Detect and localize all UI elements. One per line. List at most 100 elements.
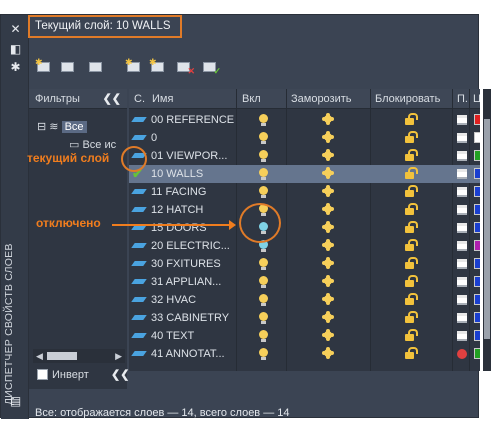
unlock-icon[interactable] [405, 347, 418, 359]
layer-row[interactable]: 01 VIEWPOR... [129, 147, 480, 165]
thaw-sun-icon[interactable] [324, 313, 332, 321]
layer-name[interactable]: 20 ELECTRIC... [151, 237, 235, 255]
close-icon[interactable]: ✕ [9, 23, 22, 36]
layer-row[interactable]: 20 ELECTRIC... [129, 237, 480, 255]
thaw-sun-icon[interactable] [324, 295, 332, 303]
layer-name[interactable]: 41 ANNOTAT... [151, 345, 235, 363]
color-swatch[interactable] [474, 312, 480, 323]
scroll-right-icon[interactable]: ▶ [115, 349, 122, 363]
scroll-thumb[interactable] [484, 119, 490, 339]
col-status[interactable]: С. [134, 89, 145, 109]
color-swatch[interactable] [474, 348, 480, 359]
bulb-on-icon[interactable] [259, 186, 268, 198]
printer-icon[interactable] [457, 133, 467, 143]
color-swatch[interactable] [474, 330, 480, 341]
layer-row[interactable]: 11 FACING [129, 183, 480, 201]
bulb-on-icon[interactable] [259, 330, 268, 342]
unlock-icon[interactable] [405, 329, 418, 341]
layer-name[interactable]: 30 FXITURES [151, 255, 235, 273]
layer-list-vscrollbar[interactable] [483, 89, 491, 371]
thaw-sun-icon[interactable] [324, 187, 332, 195]
layer-row[interactable]: 31 APPLIAN... [129, 273, 480, 291]
layer-states-manager-icon[interactable] [87, 59, 105, 75]
color-swatch[interactable] [474, 276, 480, 287]
unlock-icon[interactable] [405, 203, 418, 215]
layer-name[interactable]: 0 [151, 129, 235, 147]
palette-title-bar[interactable]: ✕ ◧ ✱ ДИСПЕТЧЕР СВОЙСТВ СЛОЕВ ▤ [1, 15, 29, 419]
layer-row[interactable]: ✔ 10 WALLS [129, 165, 480, 183]
thaw-sun-icon[interactable] [324, 241, 332, 249]
unlock-icon[interactable] [405, 275, 418, 287]
printer-icon[interactable] [457, 313, 467, 323]
checkbox-box[interactable] [37, 369, 48, 380]
bulb-on-icon[interactable] [259, 150, 268, 162]
thaw-sun-icon[interactable] [324, 169, 332, 177]
layer-row[interactable]: 32 HVAC [129, 291, 480, 309]
color-swatch[interactable] [474, 114, 480, 125]
set-current-icon[interactable]: ✓ [201, 59, 221, 76]
color-swatch[interactable] [474, 240, 480, 251]
printer-icon[interactable] [457, 223, 467, 233]
scroll-thumb[interactable] [47, 352, 77, 360]
properties-icon[interactable]: ✱ [9, 61, 22, 74]
no-plot-icon[interactable] [457, 349, 467, 359]
layer-row[interactable]: 41 ANNOTAT... [129, 345, 480, 363]
auto-hide-icon[interactable]: ◧ [9, 43, 22, 56]
filter-node-all[interactable]: ⊟ ≋ Все [37, 119, 87, 135]
col-on[interactable]: Вкл [242, 89, 261, 109]
unlock-icon[interactable] [405, 149, 418, 161]
layer-row[interactable]: 15 DOORS [129, 219, 480, 237]
color-swatch[interactable] [474, 258, 480, 269]
unlock-icon[interactable] [405, 167, 418, 179]
layer-name[interactable]: 31 APPLIAN... [151, 273, 235, 291]
bulb-on-icon[interactable] [259, 276, 268, 288]
new-property-filter-icon[interactable]: ✱ [35, 57, 53, 75]
color-swatch[interactable] [474, 186, 480, 197]
unlock-icon[interactable] [405, 293, 418, 305]
layer-name[interactable]: 40 TEXT [151, 327, 235, 345]
printer-icon[interactable] [457, 151, 467, 161]
bulb-on-icon[interactable] [259, 312, 268, 324]
scroll-left-icon[interactable]: ◀ [36, 349, 43, 363]
color-swatch[interactable] [474, 150, 480, 161]
bulb-on-icon[interactable] [259, 168, 268, 180]
color-swatch[interactable] [474, 222, 480, 233]
unlock-icon[interactable] [405, 131, 418, 143]
printer-icon[interactable] [457, 259, 467, 269]
unlock-icon[interactable] [405, 113, 418, 125]
layer-row[interactable]: 12 HATCH [129, 201, 480, 219]
col-plot[interactable]: П. [457, 89, 468, 109]
layer-name[interactable]: 01 VIEWPOR... [151, 147, 235, 165]
bulb-on-icon[interactable] [259, 114, 268, 126]
color-swatch[interactable] [474, 204, 480, 215]
layer-row[interactable]: 00 REFERENCE [129, 111, 480, 129]
printer-icon[interactable] [457, 169, 467, 179]
thaw-sun-icon[interactable] [324, 133, 332, 141]
bulb-on-icon[interactable] [259, 132, 268, 144]
unlock-icon[interactable] [405, 239, 418, 251]
new-group-filter-icon[interactable] [59, 59, 77, 75]
thaw-sun-icon[interactable] [324, 205, 332, 213]
thaw-sun-icon[interactable] [324, 259, 332, 267]
printer-icon[interactable] [457, 277, 467, 287]
new-layer-vp-frozen-icon[interactable]: ✱ [149, 57, 167, 75]
thaw-sun-icon[interactable] [324, 115, 332, 123]
layer-name[interactable]: 15 DOORS [151, 219, 235, 237]
unlock-icon[interactable] [405, 257, 418, 269]
unlock-icon[interactable] [405, 221, 418, 233]
thaw-sun-icon[interactable] [324, 151, 332, 159]
layer-name[interactable]: 10 WALLS [151, 165, 235, 183]
layer-row[interactable]: 0 [129, 129, 480, 147]
layer-name[interactable]: 11 FACING [151, 183, 235, 201]
layer-states-icon[interactable]: ▤ [9, 395, 22, 408]
layer-row[interactable]: 33 CABINETRY [129, 309, 480, 327]
unlock-icon[interactable] [405, 311, 418, 323]
collapse-icon[interactable]: ❮❮ [111, 368, 129, 382]
new-layer-icon[interactable]: ✱ [125, 57, 143, 75]
layer-row[interactable]: 30 FXITURES [129, 255, 480, 273]
bulb-on-icon[interactable] [259, 294, 268, 306]
color-swatch[interactable] [474, 294, 480, 305]
col-color[interactable]: Ц [473, 89, 480, 109]
printer-icon[interactable] [457, 187, 467, 197]
bulb-on-icon[interactable] [259, 258, 268, 270]
